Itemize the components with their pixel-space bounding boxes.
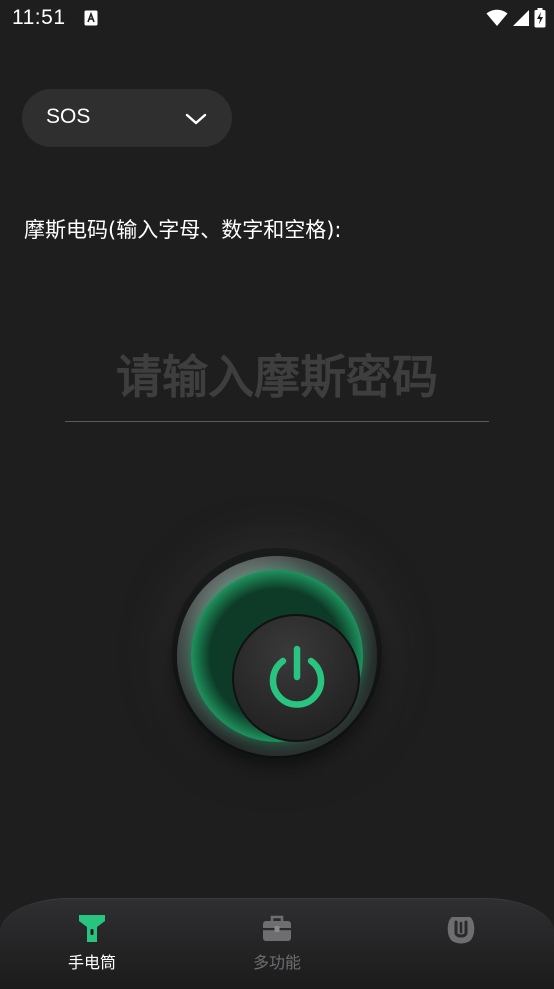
notification-a-icon <box>84 10 98 26</box>
nav-label-tools: 多功能 <box>252 953 301 972</box>
mine-icon <box>447 917 475 944</box>
power-button-container <box>172 548 382 758</box>
mode-select-value: SOS <box>46 105 91 128</box>
signal-icon <box>513 10 529 26</box>
status-icons <box>486 8 546 28</box>
nav-item-tools[interactable]: 多功能 <box>217 913 337 977</box>
mode-select-dropdown[interactable]: SOS <box>22 89 232 147</box>
nav-item-mine[interactable] <box>401 913 521 977</box>
morse-code-input[interactable] <box>65 332 489 422</box>
status-time: 11:51 <box>12 6 66 29</box>
nav-item-flashlight[interactable]: 手电筒 <box>32 913 152 977</box>
nav-label-flashlight: 手电筒 <box>67 953 116 972</box>
power-button[interactable] <box>232 614 360 742</box>
status-bar: 11:51 <box>0 0 554 38</box>
power-button-green-ring <box>191 570 363 742</box>
chevron-down-icon <box>185 113 207 125</box>
power-icon <box>269 645 325 708</box>
toolbox-icon <box>263 915 291 941</box>
battery-charging-icon <box>534 8 546 28</box>
flashlight-icon <box>79 915 105 942</box>
wifi-icon <box>486 9 508 26</box>
bottom-navigation: 手电筒 多功能 <box>0 898 554 989</box>
morse-code-label: 摩斯电码(输入字母、数字和空格): <box>24 218 342 242</box>
